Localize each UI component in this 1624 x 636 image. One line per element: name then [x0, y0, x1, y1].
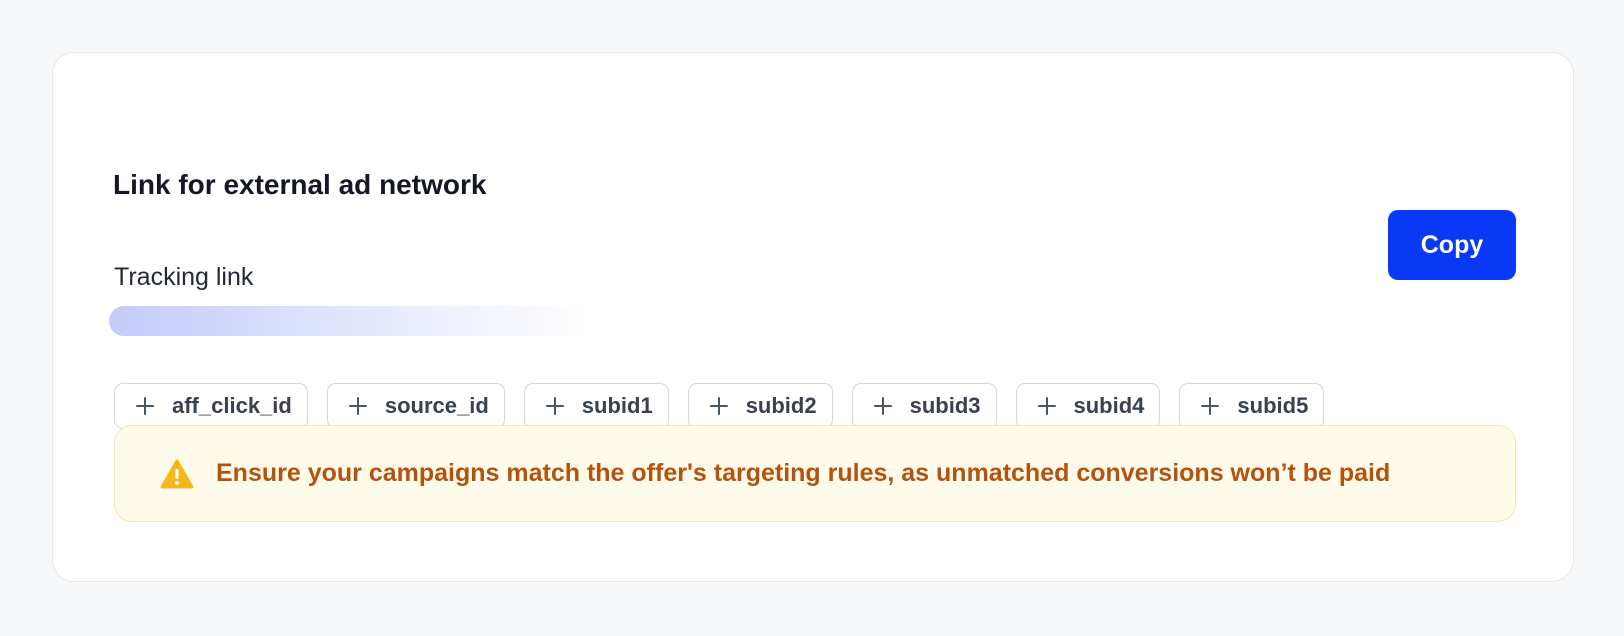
plus-icon	[348, 396, 368, 416]
tracking-link-loading-skeleton	[109, 306, 589, 336]
chip-label: aff_click_id	[172, 393, 292, 418]
plus-icon	[1037, 396, 1057, 416]
plus-icon	[1200, 396, 1220, 416]
external-link-card: Link for external ad network Tracking li…	[52, 52, 1574, 582]
warning-icon	[160, 459, 194, 489]
chip-label: source_id	[384, 393, 489, 418]
chip-label: subid3	[909, 393, 981, 418]
targeting-warning-alert: Ensure your campaigns match the offer's …	[114, 425, 1516, 522]
tracking-link-label: Tracking link	[114, 263, 254, 291]
add-param-subid4-chip[interactable]: subid4	[1015, 383, 1161, 429]
add-param-subid3-chip[interactable]: subid3	[851, 383, 997, 429]
add-param-subid2-chip[interactable]: subid2	[687, 383, 833, 429]
warning-message: Ensure your campaigns match the offer's …	[216, 459, 1391, 487]
chip-label: subid2	[745, 393, 817, 418]
chip-label: subid5	[1237, 393, 1309, 418]
card-title: Link for external ad network	[113, 169, 487, 200]
chip-label: subid1	[581, 393, 653, 418]
plus-icon	[135, 396, 155, 416]
plus-icon	[873, 396, 893, 416]
parameter-chip-list: aff_click_id source_id subid1 subid2 sub…	[114, 383, 1325, 429]
add-param-subid5-chip[interactable]: subid5	[1179, 383, 1325, 429]
add-param-source-id-chip[interactable]: source_id	[326, 383, 505, 429]
copy-button[interactable]: Copy	[1388, 210, 1516, 280]
plus-icon	[545, 396, 565, 416]
add-param-subid1-chip[interactable]: subid1	[523, 383, 669, 429]
plus-icon	[709, 396, 729, 416]
add-param-aff-click-id-chip[interactable]: aff_click_id	[114, 383, 308, 429]
chip-label: subid4	[1073, 393, 1145, 418]
